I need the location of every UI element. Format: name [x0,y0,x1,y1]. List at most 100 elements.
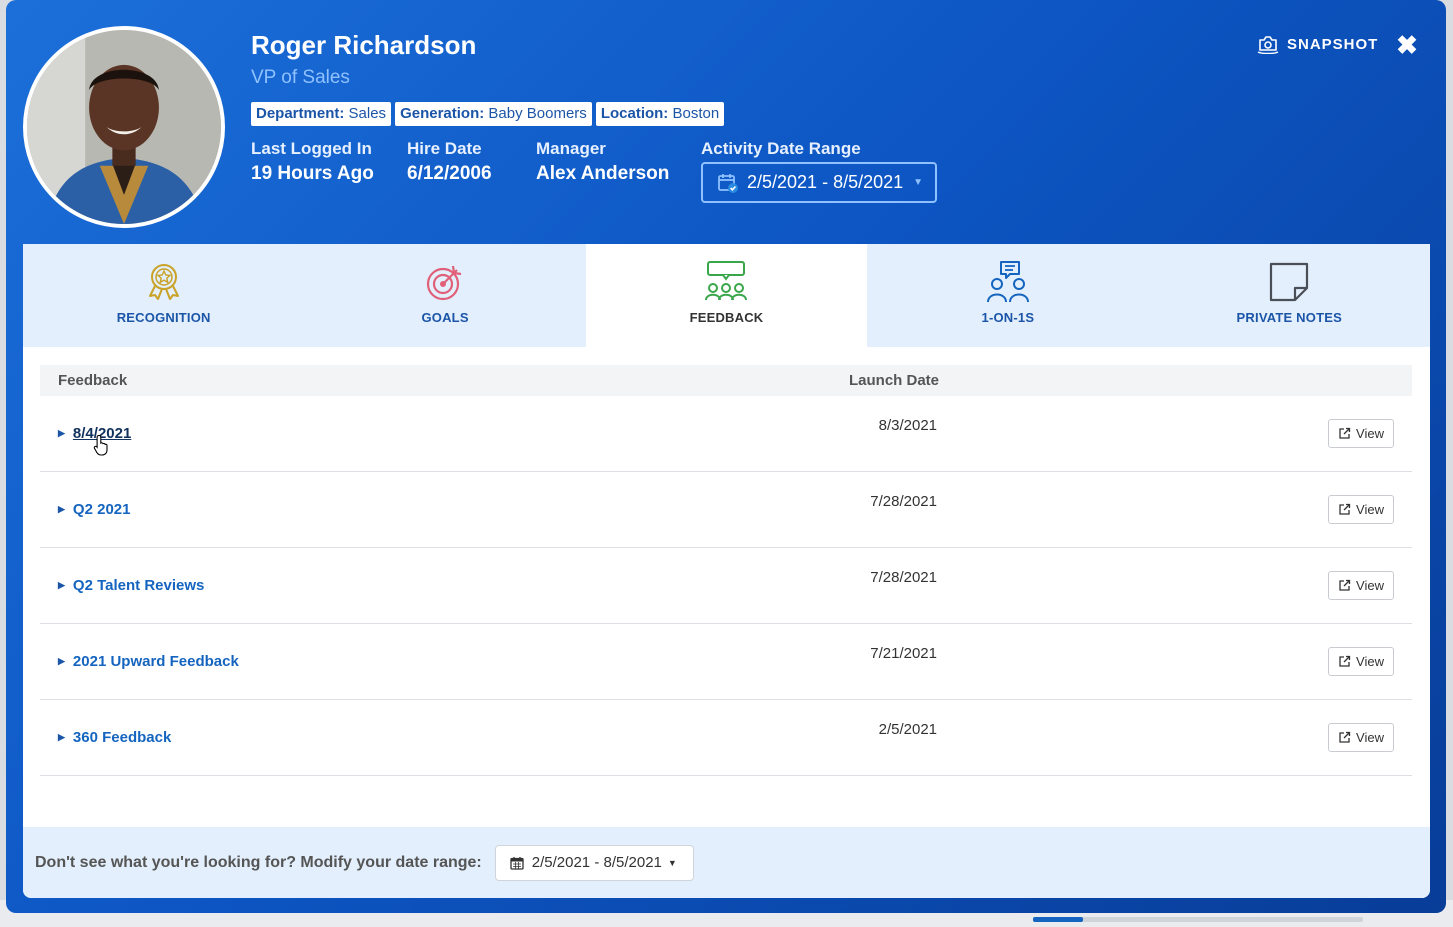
column-header-launch-date: Launch Date [849,372,940,389]
external-link-icon [1339,655,1351,667]
tab-recognition[interactable]: RECOGNITION [23,244,304,347]
tag-label: Department: [256,105,345,122]
feedback-row-toggle[interactable]: ▶ 2021 Upward Feedback [58,653,239,670]
view-button[interactable]: View [1328,571,1394,600]
meta-label: Hire Date [407,139,482,158]
award-ribbon-icon [148,264,179,300]
feedback-title: Q2 Talent Reviews [72,577,205,594]
tag-value: Sales [348,105,387,122]
tag-label: Location: [600,105,669,122]
external-link-icon [1339,579,1351,591]
caret-right-icon: ▶ [58,656,65,666]
avatar [23,26,225,228]
launch-date: 7/21/2021 [870,645,937,662]
tag-value: Boston [672,105,720,122]
avatar-photo [27,30,221,224]
profile-content-panel: RECOGNITION GOALS FEEDBACK 1-ON-1S PRIVA… [23,244,1430,898]
department-tag: Department: Sales [251,102,392,126]
employee-role: VP of Sales [251,67,350,88]
backdrop-progress-bar [1033,917,1363,922]
feedback-title: 360 Feedback [72,729,172,746]
view-label: View [1356,578,1384,593]
caret-right-icon: ▶ [58,428,65,438]
employee-name: Roger Richardson [251,30,477,60]
tab-one-on-ones[interactable]: 1-ON-1S [867,244,1148,347]
chevron-down-icon: ▼ [913,177,924,188]
group-speech-icon [705,261,748,301]
view-label: View [1356,502,1384,517]
column-header-feedback: Feedback [58,372,128,389]
meta-label: Last Logged In [251,139,372,158]
meta-value: 19 Hours Ago [251,163,374,184]
table-row: ▶ 2021 Upward Feedback 7/21/2021 View [40,624,1412,700]
calendar-icon [510,856,524,870]
view-label: View [1356,654,1384,669]
employee-profile-modal: Roger Richardson VP of Sales Department:… [6,0,1446,913]
profile-tags: Department: Sales Generation: Baby Boome… [251,102,725,126]
footer-message: Don't see what you're looking for? Modif… [35,853,482,871]
tab-label: 1-ON-1S [981,310,1035,325]
tab-label: RECOGNITION [116,310,211,325]
close-icon[interactable]: ✖ [1396,32,1418,58]
caret-right-icon: ▶ [58,732,65,742]
feedback-title: Q2 2021 [72,501,131,518]
external-link-icon [1339,427,1351,439]
launch-date: 2/5/2021 [878,721,937,738]
view-button[interactable]: View [1328,495,1394,524]
date-range-footer: Don't see what you're looking for? Modif… [23,827,1430,898]
manager: Manager Alex Anderson [536,139,669,185]
meta-value: 6/12/2006 [407,163,492,184]
tag-label: Generation: [400,105,485,122]
feedback-table: Feedback Launch Date ▶ 8/4/2021 8/3/2021… [40,365,1412,776]
view-label: View [1356,730,1384,745]
view-button[interactable]: View [1328,647,1394,676]
snapshot-button[interactable]: SNAPSHOT [1257,34,1378,54]
last-logged-in: Last Logged In 19 Hours Ago [251,139,374,185]
generation-tag: Generation: Baby Boomers [395,102,592,126]
view-label: View [1356,426,1384,441]
chevron-down-icon: ▼ [667,857,677,868]
tab-goals[interactable]: GOALS [304,244,585,347]
caret-right-icon: ▶ [58,504,65,514]
sticky-note-icon [1270,262,1309,302]
location-tag: Location: Boston [595,102,725,126]
table-row: ▶ Q2 Talent Reviews 7/28/2021 View [40,548,1412,624]
meta-label: Manager [536,139,606,158]
table-row: ▶ 8/4/2021 8/3/2021 View [40,396,1412,472]
launch-date: 8/3/2021 [878,417,937,434]
caret-right-icon: ▶ [58,580,65,590]
profile-tabs: RECOGNITION GOALS FEEDBACK 1-ON-1S PRIVA… [23,244,1430,347]
tag-value: Baby Boomers [488,105,587,122]
tab-feedback[interactable]: FEEDBACK [585,244,868,347]
launch-date: 7/28/2021 [870,569,937,586]
activity-date-range: Activity Date Range [701,139,861,159]
two-people-chat-icon [986,261,1029,303]
tab-label: GOALS [421,310,469,325]
external-link-icon [1339,731,1351,743]
tab-private-notes[interactable]: PRIVATE NOTES [1149,244,1430,347]
table-row: ▶ Q2 2021 7/28/2021 View [40,472,1412,548]
table-header: Feedback Launch Date [40,365,1412,396]
feedback-row-toggle[interactable]: ▶ Q2 2021 [58,501,130,518]
footer-date-range-value: 2/5/2021 - 8/5/2021 [531,854,662,871]
tab-label: FEEDBACK [689,310,764,325]
external-link-icon [1339,503,1351,515]
view-button[interactable]: View [1328,723,1394,752]
camera-icon [1257,36,1279,54]
table-row: ▶ 360 Feedback 2/5/2021 View [40,700,1412,776]
feedback-title: 2021 Upward Feedback [72,653,239,670]
meta-value: Alex Anderson [536,163,670,184]
feedback-row-toggle[interactable]: ▶ 360 Feedback [58,729,171,746]
view-button[interactable]: View [1328,419,1394,448]
snapshot-label: SNAPSHOT [1287,35,1379,53]
footer-date-range-picker[interactable]: 2/5/2021 - 8/5/2021 ▼ [494,844,694,881]
feedback-row-toggle[interactable]: ▶ Q2 Talent Reviews [58,577,204,594]
hand-pointer-cursor-icon [93,434,108,456]
launch-date: 7/28/2021 [870,493,937,510]
calendar-check-icon [718,173,738,193]
hire-date: Hire Date 6/12/2006 [407,139,492,185]
tab-label: PRIVATE NOTES [1236,310,1342,325]
activity-date-range-value: 2/5/2021 - 8/5/2021 [747,172,904,192]
target-icon [426,265,462,301]
activity-date-range-picker[interactable]: 2/5/2021 - 8/5/2021 ▼ [701,162,937,203]
